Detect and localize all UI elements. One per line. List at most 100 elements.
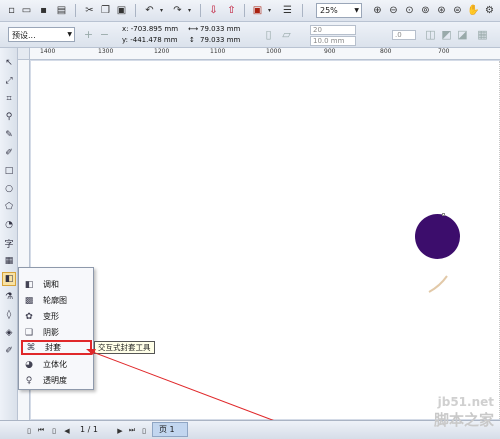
transparency-icon: ♀ [25,375,33,386]
x-position-field[interactable]: x: -703.895 mm [122,25,178,33]
polygon-tool-icon[interactable]: ⬠ [2,200,16,214]
preset-select[interactable]: 预设... ▼ [8,27,75,42]
settings-icon[interactable]: ⚙ [482,3,497,18]
rectangle-tool-icon[interactable]: □ [2,164,16,178]
paste-icon[interactable]: ▣ [114,3,129,18]
flyout-item-label: 透明度 [43,376,67,385]
zoom-level-select[interactable]: 25% ▼ [316,3,362,18]
next-page-icon[interactable]: ▶ [115,425,125,436]
watermark: jb51.net 脚本之家 [434,395,494,430]
flyout-item-label: 轮廓图 [43,296,67,305]
flyout-item-shadow[interactable]: ❑ 阴影 [21,325,92,340]
undo-dropdown-icon[interactable]: ▾ [154,3,169,18]
flyout-item-extrude[interactable]: ◕ 立体化 [21,357,92,372]
toolbox: ↖ ⤢ ⌗ ⚲ ✎ ✐ □ ○ ⬠ ◔ 字 ▦ ◧ ⚗ ◊ ◈ ✐ [0,48,18,420]
table-tool-icon[interactable]: ▦ [2,254,16,268]
ellipse-tool-icon[interactable]: ○ [2,182,16,196]
width-field[interactable]: 79.033 mm [200,25,240,33]
zoom-level-value: 25% [320,6,338,15]
smart-fill-tool-icon[interactable]: ✐ [2,146,16,160]
clockwise-blend-icon[interactable]: ◩ [440,28,453,41]
import-icon[interactable]: ⇩ [206,3,221,18]
tool-tooltip: 交互式封套工具 [94,341,155,354]
height-field[interactable]: 79.033 mm [200,36,240,44]
document-icon[interactable]: ▯ [24,425,34,436]
direct-blend-icon[interactable]: ◫ [424,28,437,41]
zoom-fit-icon[interactable]: ⊙ [402,3,417,18]
watermark-url: jb51.net [437,395,494,409]
ruler-label: 700 [438,48,450,55]
export-icon[interactable]: ⇧ [224,3,239,18]
last-page-icon[interactable]: ⏭ [127,425,137,436]
blend-direction-icon[interactable]: ▯ [262,28,275,41]
flyout-item-contour[interactable]: ▩ 轮廓图 [21,293,92,308]
text-tool-icon[interactable]: 字 [2,236,16,250]
redo-dropdown-icon[interactable]: ▾ [182,3,197,18]
preset-value: 预设... [12,31,36,40]
basic-shapes-tool-icon[interactable]: ◔ [2,218,16,232]
shadow-icon: ❑ [24,327,34,338]
interactive-blend-tool-icon[interactable]: ◧ [2,272,16,286]
open-icon[interactable]: ▭ [19,3,34,18]
horizontal-ruler: 1400 1300 1200 1100 1000 900 800 700 [18,48,500,60]
remove-preset-icon[interactable]: − [98,28,111,41]
pan-icon[interactable]: ✋ [466,3,481,18]
copy-icon[interactable]: ❐ [98,3,113,18]
launcher-dropdown-icon[interactable]: ▾ [262,3,277,18]
flyout-item-label: 变形 [43,312,59,321]
flyout-item-transparency[interactable]: ♀ 透明度 [21,373,92,388]
interactive-fill-tool-icon[interactable]: ✐ [2,344,16,358]
standard-toolbar: ▫ ▭ ▪ ▤ ✂ ❐ ▣ ↶ ▾ ↷ ▾ ⇩ ⇧ ▣ ▾ ☰ 25% ▼ ⊕ … [0,0,500,22]
chevron-down-icon: ▼ [354,7,359,14]
node-handle[interactable] [442,213,445,216]
zoom-page-icon[interactable]: ⊚ [418,3,433,18]
tab-page-1[interactable]: 页 1 [152,422,188,437]
ruler-label: 900 [324,48,336,55]
save-icon[interactable]: ▪ [36,3,51,18]
flyout-item-label: 封套 [45,343,61,352]
separator [244,4,245,17]
watermark-text: 脚本之家 [433,411,494,429]
add-page-after-icon[interactable]: ▯ [139,425,149,436]
shape-tool-icon[interactable]: ⤢ [2,74,16,88]
zoom-in-icon[interactable]: ⊕ [370,3,385,18]
fill-tool-icon[interactable]: ◈ [2,326,16,340]
zoom-out-icon[interactable]: ⊖ [386,3,401,18]
eyedropper-tool-icon[interactable]: ⚗ [2,290,16,304]
zoom-tool-icon[interactable]: ⚲ [2,110,16,124]
ruler-label: 1400 [40,48,56,55]
angle-field[interactable]: .0 [392,30,416,40]
flyout-item-envelope[interactable]: ⌘ 封套 [21,340,92,355]
print-icon[interactable]: ▤ [54,3,69,18]
outline-tool-icon[interactable]: ◊ [2,308,16,322]
zoom-width-icon[interactable]: ⊛ [434,3,449,18]
counterclockwise-blend-icon[interactable]: ◪ [456,28,469,41]
ruler-origin[interactable] [18,48,30,60]
steps-field[interactable]: 20 [310,25,356,35]
add-preset-icon[interactable]: + [82,28,95,41]
offset-field[interactable]: 10.0 mm [310,36,356,46]
flyout-item-label: 阴影 [43,328,59,337]
first-page-icon[interactable]: ⏮ [36,425,46,436]
add-page-before-icon[interactable]: ▯ [49,425,59,436]
y-position-field[interactable]: y: -441.478 mm [122,36,178,44]
crop-tool-icon[interactable]: ⌗ [2,92,16,106]
ruler-label: 1100 [210,48,226,55]
ruler-label: 1200 [154,48,170,55]
separator [135,4,136,17]
object-color-icon[interactable]: ▦ [476,28,489,41]
pick-tool-icon[interactable]: ↖ [2,56,16,70]
flyout-item-blend[interactable]: ◧ 调和 [21,277,92,292]
blend-loop-icon[interactable]: ▱ [280,28,293,41]
ellipse-object[interactable] [415,214,460,259]
freehand-tool-icon[interactable]: ✎ [2,128,16,142]
previous-page-icon[interactable]: ◀ [62,425,72,436]
cut-icon[interactable]: ✂ [82,3,97,18]
options-icon[interactable]: ☰ [280,3,295,18]
flyout-item-distort[interactable]: ✿ 变形 [21,309,92,324]
zoom-height-icon[interactable]: ⊜ [450,3,465,18]
contour-icon: ▩ [24,295,34,306]
new-icon[interactable]: ▫ [4,3,19,18]
property-bar: 预设... ▼ + − x: -703.895 mm y: -441.478 m… [0,22,500,48]
separator [200,4,201,17]
